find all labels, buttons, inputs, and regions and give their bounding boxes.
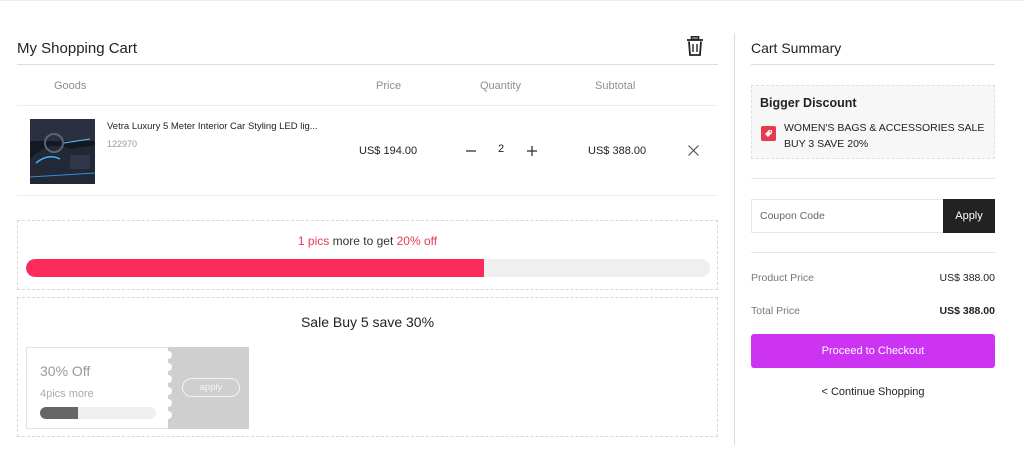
product-subtotal: US$ 388.00 — [588, 145, 647, 157]
checkout-button[interactable]: Proceed to Checkout — [751, 334, 995, 368]
coupon-perforation — [164, 375, 172, 383]
header-quantity: Quantity — [480, 80, 521, 92]
sale-box: Sale Buy 5 save 30% 30% Off 4pics more a… — [17, 297, 718, 437]
coupon-divider — [751, 252, 995, 253]
product-image[interactable] — [30, 119, 95, 184]
cart-title: My Shopping Cart — [17, 40, 138, 57]
discount-title: Bigger Discount — [760, 96, 857, 110]
product-price-label: Product Price — [751, 272, 815, 284]
header-goods: Goods — [54, 80, 87, 92]
quantity-input[interactable] — [491, 143, 511, 155]
product-sku: 122970 — [107, 139, 138, 149]
total-price-value: US$ 388.00 — [939, 305, 995, 317]
continue-shopping-link[interactable]: < Continue Shopping — [751, 386, 995, 398]
summary-title: Cart Summary — [751, 40, 842, 56]
coupon-progress-fill — [40, 407, 79, 419]
promo-count: 1 pics — [297, 234, 330, 248]
coupon-more: 4pics more — [40, 388, 94, 400]
summary-title-divider — [751, 64, 995, 65]
plus-icon[interactable] — [526, 144, 538, 158]
promo-progress-box: 1 pics more to get 20% off — [17, 220, 718, 290]
coupon-off: 30% Off — [40, 363, 91, 379]
product-name[interactable]: Vetra Luxury 5 Meter Interior Car Stylin… — [107, 121, 318, 132]
column-divider — [734, 33, 735, 445]
discount-divider — [751, 178, 995, 179]
coupon-action: apply — [164, 347, 249, 429]
coupon-perforation — [164, 387, 172, 395]
coupon-perforation — [164, 363, 172, 371]
sale-title: Sale Buy 5 save 30% — [300, 314, 435, 330]
total-price-label: Total Price — [751, 305, 801, 317]
title-divider — [17, 64, 718, 65]
coupon-perforation — [164, 411, 172, 419]
discount-box: Bigger Discount WOMEN'S BAGS & ACCESSORI… — [751, 85, 995, 159]
header-price: Price — [376, 80, 402, 92]
coupon-card: 30% Off 4pics more apply — [26, 347, 249, 429]
row-divider — [17, 195, 718, 196]
top-border — [0, 0, 1024, 1]
promo-progress-bar — [26, 259, 710, 277]
apply-button[interactable]: Apply — [943, 199, 995, 233]
promo-text: 1 pics more to get 20% off — [18, 234, 717, 248]
promo-progress-fill — [26, 259, 485, 277]
product-price: US$ 194.00 — [359, 145, 418, 157]
coupon-perforation — [164, 351, 172, 359]
product-price-value: US$ 388.00 — [939, 272, 995, 284]
coupon-progress-bar — [40, 407, 156, 419]
coupon-code-input[interactable] — [751, 199, 944, 233]
minus-icon[interactable] — [465, 144, 477, 158]
discount-line-2: BUY 3 SAVE 20% — [784, 138, 869, 150]
tag-icon — [761, 126, 776, 141]
promo-middle: more to get — [329, 234, 397, 248]
coupon-info: 30% Off 4pics more — [26, 347, 168, 429]
close-icon[interactable] — [688, 145, 699, 156]
coupon-apply-button[interactable]: apply — [182, 378, 240, 397]
discount-line-1: WOMEN'S BAGS & ACCESSORIES SALE — [784, 122, 985, 134]
header-subtotal: Subtotal — [595, 80, 636, 92]
promo-discount: 20% off — [396, 234, 438, 248]
trash-icon[interactable] — [686, 36, 704, 56]
header-divider — [17, 105, 718, 106]
coupon-perforation — [164, 399, 172, 407]
